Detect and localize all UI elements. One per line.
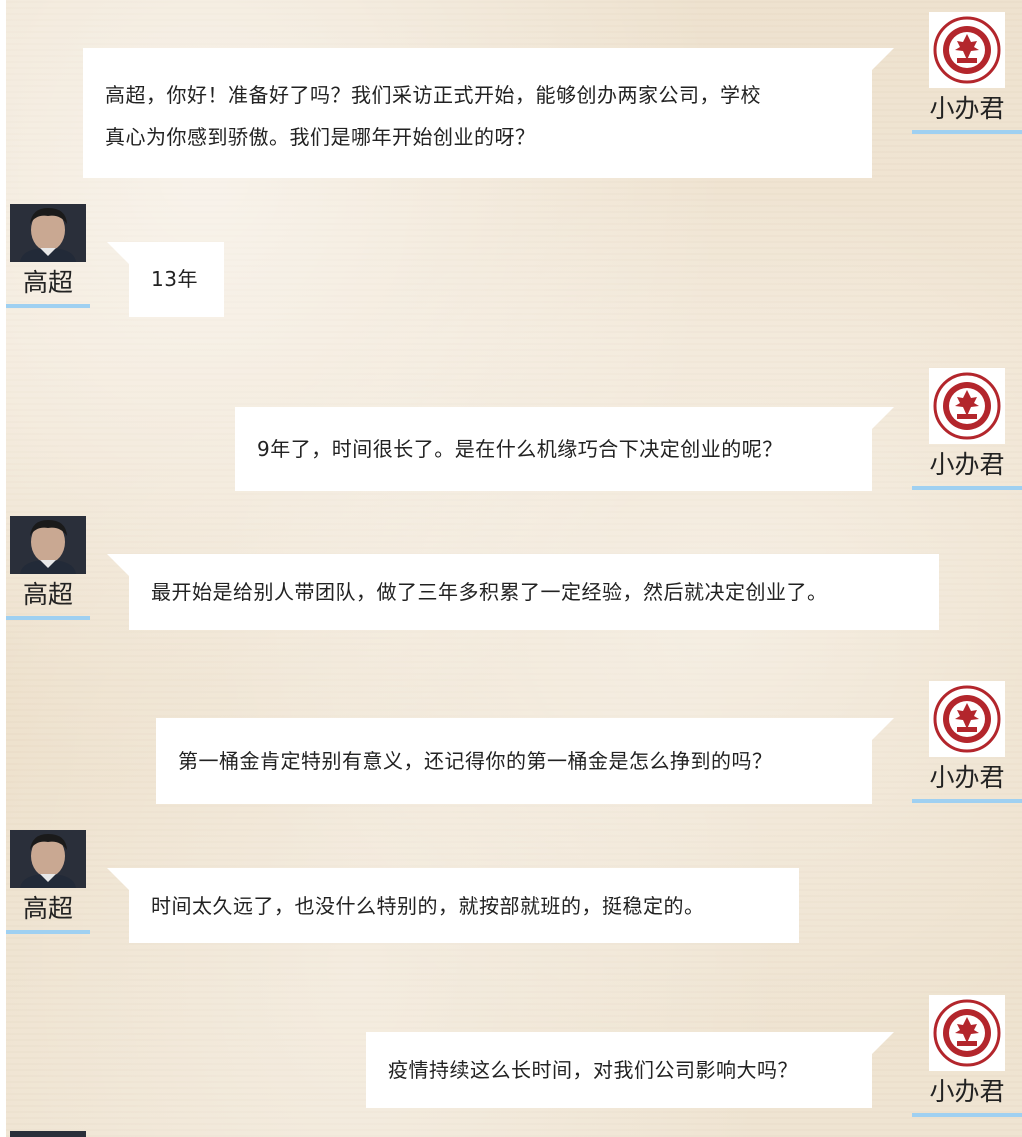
school-seal-icon bbox=[929, 368, 1005, 444]
interviewer-speaker: 小办君 bbox=[912, 681, 1022, 803]
message-text: 最开始是给别人带团队，做了三年多积累了一定经验，然后就决定创业了。 bbox=[151, 580, 828, 604]
interviewee-speaker: 高超 bbox=[6, 204, 90, 308]
message-text: 真心为你感到骄傲。我们是哪年开始创业的呀？ bbox=[105, 125, 536, 149]
message-text: 时间太久远了，也没什么特别的，就按部就班的，挺稳定的。 bbox=[151, 894, 705, 918]
speaker-name: 小办君 bbox=[929, 763, 1005, 792]
interviewee-message-bubble: 13年 bbox=[107, 242, 224, 317]
interviewer-speaker: 小办君 bbox=[912, 12, 1022, 134]
interviewer-message-bubble: 疫情持续这么长时间，对我们公司影响大吗？ bbox=[366, 1032, 894, 1108]
name-underline bbox=[6, 304, 90, 308]
interviewer-message-bubble: 9年了，时间很长了。是在什么机缘巧合下决定创业的呢？ bbox=[235, 407, 894, 491]
speaker-name: 高超 bbox=[22, 894, 73, 923]
person-photo-icon bbox=[10, 516, 86, 574]
person-photo-icon bbox=[10, 204, 86, 262]
interviewee-speaker: 高超 bbox=[6, 516, 90, 620]
interviewer-message-bubble: 第一桶金肯定特别有意义，还记得你的第一桶金是怎么挣到的吗？ bbox=[156, 718, 894, 804]
name-underline bbox=[912, 486, 1022, 490]
interviewee-message-bubble: 最开始是给别人带团队，做了三年多积累了一定经验，然后就决定创业了。 bbox=[107, 554, 939, 630]
message-text: 疫情持续这么长时间，对我们公司影响大吗？ bbox=[388, 1058, 798, 1082]
name-underline bbox=[912, 799, 1022, 803]
interviewee-speaker: 高超 bbox=[6, 830, 90, 934]
name-underline bbox=[912, 130, 1022, 134]
school-seal-icon bbox=[929, 12, 1005, 88]
school-seal-icon bbox=[929, 681, 1005, 757]
interviewer-message-bubble: 高超，你好！准备好了吗？我们采访正式开始，能够创办两家公司，学校 真心为你感到骄… bbox=[83, 48, 894, 178]
speaker-name: 小办君 bbox=[929, 94, 1005, 123]
speaker-name: 高超 bbox=[22, 580, 73, 609]
interviewee-message-bubble: 时间太久远了，也没什么特别的，就按部就班的，挺稳定的。 bbox=[107, 868, 799, 943]
message-text: 13年 bbox=[151, 267, 198, 291]
name-underline bbox=[912, 1113, 1022, 1117]
speaker-name: 小办君 bbox=[929, 450, 1005, 479]
person-photo-icon bbox=[10, 1131, 86, 1137]
message-text: 9年了，时间很长了。是在什么机缘巧合下决定创业的呢？ bbox=[257, 437, 783, 461]
speaker-name: 小办君 bbox=[929, 1077, 1005, 1106]
name-underline bbox=[6, 930, 90, 934]
message-text: 高超，你好！准备好了吗？我们采访正式开始，能够创办两家公司，学校 bbox=[105, 83, 761, 107]
person-photo-icon bbox=[10, 830, 86, 888]
interviewer-speaker: 小办君 bbox=[912, 995, 1022, 1117]
interviewer-speaker: 小办君 bbox=[912, 368, 1022, 490]
name-underline bbox=[6, 616, 90, 620]
speaker-name: 高超 bbox=[22, 268, 73, 297]
message-text: 第一桶金肯定特别有意义，还记得你的第一桶金是怎么挣到的吗？ bbox=[178, 749, 773, 773]
school-seal-icon bbox=[929, 995, 1005, 1071]
